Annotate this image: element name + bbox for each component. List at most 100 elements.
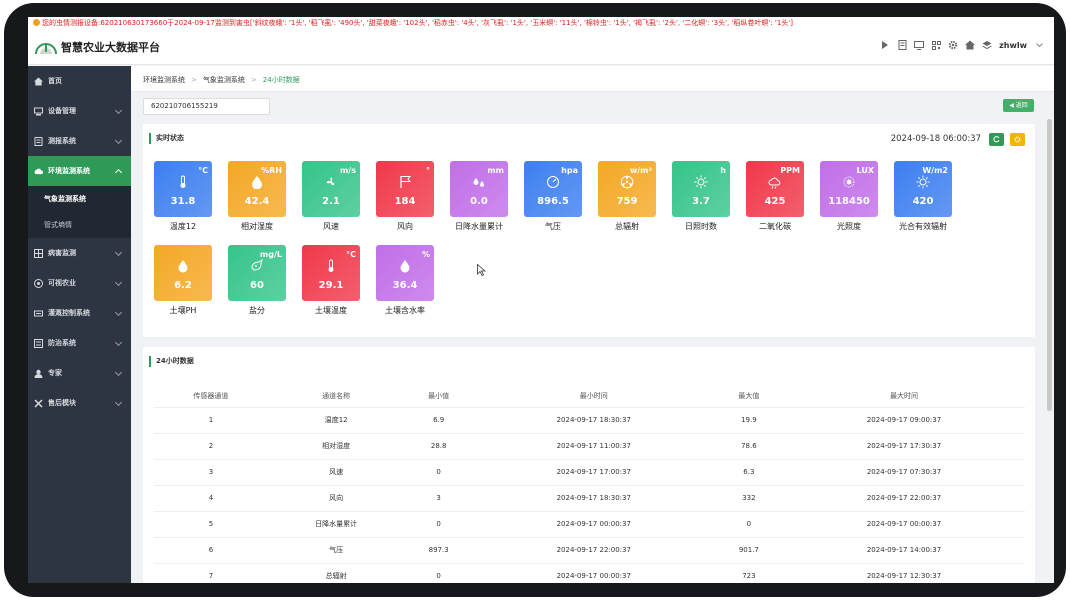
chevron-down-icon xyxy=(114,308,123,317)
sidebar-item-prevention[interactable]: 防治系统 xyxy=(28,328,131,358)
table-cell: 2024-09-17 17:30:37 xyxy=(783,433,1025,460)
screen: 您的虫情测报设备:620210630173660于2024-09-17监测到害虫… xyxy=(28,17,1054,583)
table-cell: 19.9 xyxy=(714,407,784,434)
drop-icon xyxy=(176,258,190,273)
table-cell: 2024-09-17 07:30:37 xyxy=(783,459,1025,486)
settings-button[interactable] xyxy=(1010,133,1025,146)
tools-icon xyxy=(34,398,43,408)
cloud-icon xyxy=(34,167,43,176)
chevron-up-icon xyxy=(114,168,123,177)
table-cell: 风速 xyxy=(267,459,405,486)
table-cell: 2024-09-17 14:00:37 xyxy=(783,537,1025,564)
home-icon xyxy=(34,76,43,86)
sensor-tile[interactable]: % 36.4 xyxy=(376,245,434,301)
alert-text: 您的虫情测报设备:620210630173660于2024-09-17监测到害虫… xyxy=(42,19,793,27)
tile-label: 盐分 xyxy=(249,306,265,315)
table-cell: 温度12 xyxy=(267,407,405,434)
qrcode-icon[interactable] xyxy=(931,40,941,50)
fan-icon xyxy=(324,174,338,188)
sidebar-item-label: 专家 xyxy=(48,369,62,377)
scrollbar[interactable] xyxy=(1047,119,1052,411)
breadcrumb-item[interactable]: 气象监测系统 xyxy=(203,76,245,84)
sensor-tile[interactable]: PPM 425 xyxy=(746,161,804,217)
report-icon xyxy=(34,136,43,146)
sidebar-item-environment[interactable]: 环境监测系统 xyxy=(28,156,131,186)
tile-unit: m/s xyxy=(339,166,356,175)
top-bar: 智慧农业大数据平台 zhwlw xyxy=(28,29,1054,65)
sidebar-item-irrigation[interactable]: 灌溉控制系统 xyxy=(28,298,131,328)
layers-icon[interactable] xyxy=(982,40,992,50)
play-icon[interactable] xyxy=(880,40,890,50)
username[interactable]: zhwlw xyxy=(999,41,1027,50)
tile-value: 31.8 xyxy=(170,196,196,207)
grid-icon xyxy=(34,248,43,258)
sidebar-item-home[interactable]: 首页 xyxy=(28,66,131,96)
back-button[interactable]: ◀ 返回 xyxy=(1003,99,1034,112)
tile-unit: %RH xyxy=(261,166,282,175)
tile-unit: mm xyxy=(487,166,504,175)
tile-label: 日降水量累计 xyxy=(455,222,503,231)
salt-icon xyxy=(250,258,264,272)
sensor-tile[interactable]: 6.2 xyxy=(154,245,212,301)
sensor-tile[interactable]: h 3.7 xyxy=(672,161,730,217)
table-cell: 日降水量累计 xyxy=(267,511,405,538)
co2-icon xyxy=(768,174,782,189)
sidebar: 首页 设备管理 测报系统 环境监测系统 气象监测系统 管式墒情 病害监测 可视农… xyxy=(28,66,131,583)
table-cell: 6.3 xyxy=(714,459,784,486)
table-cell: 2024-09-17 00:00:37 xyxy=(783,511,1025,538)
gear-icon[interactable] xyxy=(948,40,958,50)
sidebar-item-expert[interactable]: 专家 xyxy=(28,358,131,388)
tile-label: 土壤PH xyxy=(169,306,197,315)
sensor-tile[interactable]: °C 29.1 xyxy=(302,245,360,301)
table-cell: 0 xyxy=(404,563,473,583)
drop-icon xyxy=(398,258,412,273)
column-header: 最大时间 xyxy=(783,385,1025,408)
tile-unit: hpa xyxy=(561,166,578,175)
sidebar-item-label: 环境监测系统 xyxy=(48,167,90,175)
tile-value: 425 xyxy=(764,196,786,207)
table-cell: 2024-09-17 17:00:37 xyxy=(472,459,715,486)
realtime-title: 实时状态 xyxy=(149,133,184,144)
realtime-card: 实时状态 2024-09-18 06:00:37 °C 31.8 温度12 %RH 42… xyxy=(143,124,1035,337)
table-cell: 2 xyxy=(154,433,268,460)
column-header: 最小时间 xyxy=(472,385,715,408)
tile-value: 184 xyxy=(394,196,416,207)
sensor-tile[interactable]: W/m2 420 xyxy=(894,161,952,217)
sensor-tile[interactable]: mm 0.0 xyxy=(450,161,508,217)
monitor-icon[interactable] xyxy=(914,40,925,50)
table-cell: 相对湿度 xyxy=(267,433,405,460)
sidebar-subitem-weather[interactable]: 气象监测系统 xyxy=(28,186,131,212)
table-cell: 901.7 xyxy=(714,537,784,564)
daily-data-table: 传感器通道 通道名称 最小值 最小时间 最大值 最大时间 1 温度12 6.9 2024-09-… xyxy=(154,385,1025,583)
sensor-tile[interactable]: hpa 896.5 xyxy=(524,161,582,217)
sensor-tile[interactable]: %RH 42.4 xyxy=(228,161,286,217)
sidebar-item-label: 设备管理 xyxy=(48,107,76,115)
table-cell: 4 xyxy=(154,485,268,512)
sidebar-item-aftersales[interactable]: 售后模块 xyxy=(28,388,131,418)
sidebar-item-visual[interactable]: 可视农业 xyxy=(28,268,131,298)
tile-value: 36.4 xyxy=(392,280,418,291)
home-icon[interactable] xyxy=(965,40,976,50)
tile-value: 118450 xyxy=(828,196,870,207)
daily-data-title: 24小时数据 xyxy=(149,356,194,367)
sensor-tile[interactable]: m/s 2.1 xyxy=(302,161,360,217)
sensor-tile[interactable]: °C 31.8 xyxy=(154,161,212,217)
device-select[interactable]: 620210706155219 xyxy=(143,98,270,115)
document-icon[interactable] xyxy=(897,40,907,50)
sensor-tile[interactable]: LUX 118450 xyxy=(820,161,878,217)
sensor-tile[interactable]: ° 184 xyxy=(376,161,434,217)
sidebar-item-report[interactable]: 测报系统 xyxy=(28,126,131,156)
breadcrumb-item[interactable]: 环境监测系统 xyxy=(143,76,185,84)
sensor-tile[interactable]: mg/L 60 xyxy=(228,245,286,301)
sidebar-item-device[interactable]: 设备管理 xyxy=(28,96,131,126)
back-label: 返回 xyxy=(1015,102,1028,109)
sensor-tile[interactable]: w/m² 759 xyxy=(598,161,656,217)
sidebar-item-label: 首页 xyxy=(48,77,62,85)
refresh-button[interactable] xyxy=(989,133,1004,146)
realtime-datetime: 2024-09-18 06:00:37 xyxy=(890,134,981,144)
chevron-down-icon[interactable] xyxy=(1034,40,1044,50)
sidebar-item-disease[interactable]: 病害监测 xyxy=(28,238,131,268)
sidebar-subitem-soil-moisture[interactable]: 管式墒情 xyxy=(28,212,131,238)
table-cell: 2024-09-17 00:00:37 xyxy=(472,563,715,583)
chevron-down-icon xyxy=(114,278,123,287)
